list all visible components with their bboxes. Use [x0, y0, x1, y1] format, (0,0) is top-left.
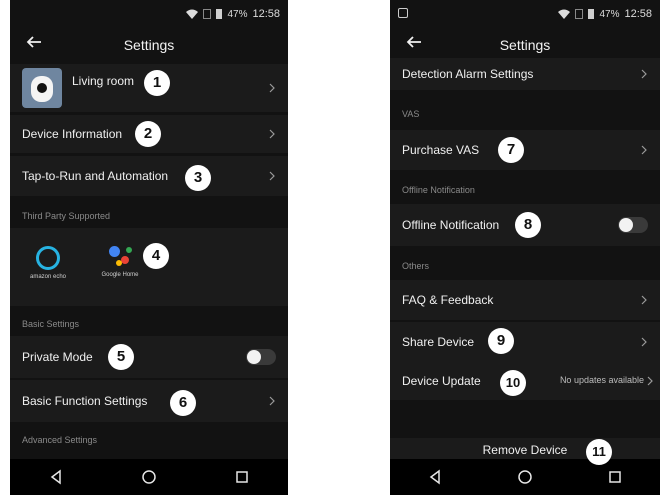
google-home-link[interactable]: Google Home: [96, 244, 144, 278]
chevron-right-icon: [641, 69, 647, 79]
faq-feedback-label: FAQ & Feedback: [402, 293, 494, 307]
section-header-third-party: Third Party Supported: [10, 204, 288, 228]
clock: 12:58: [624, 8, 652, 20]
android-nav-bar: [390, 459, 660, 495]
tap-to-run-row[interactable]: Tap-to-Run and Automation: [10, 156, 288, 196]
basic-function-settings-label: Basic Function Settings: [22, 394, 148, 408]
share-device-label: Share Device: [402, 335, 475, 349]
google-home-label: Google Home: [101, 272, 139, 278]
google-assistant-icon: [105, 244, 135, 268]
private-mode-row: Private Mode: [10, 336, 288, 378]
chevron-right-icon: [641, 295, 647, 305]
detection-alarm-settings-label: Detection Alarm Settings: [402, 67, 534, 81]
page-title: Settings: [499, 37, 551, 53]
callout-badge: 3: [185, 165, 211, 191]
chevron-right-icon: [641, 337, 647, 347]
section-header-basic-settings: Basic Settings: [10, 312, 288, 336]
title-bar: Settings: [390, 28, 660, 60]
battery-icon: [216, 9, 223, 19]
image-notification-icon: [398, 8, 408, 18]
wifi-icon: [186, 9, 199, 19]
chevron-right-icon: [269, 129, 275, 139]
callout-badge: 10: [500, 370, 526, 396]
callout-badge: 11: [586, 439, 612, 465]
basic-function-settings-row[interactable]: Basic Function Settings: [10, 380, 288, 422]
section-header-advanced-settings: Advanced Settings: [10, 428, 288, 452]
nav-back-icon[interactable]: [46, 467, 66, 487]
chevron-right-icon: [647, 376, 653, 386]
callout-badge: 1: [144, 70, 170, 96]
chevron-right-icon: [269, 396, 275, 406]
nav-back-icon[interactable]: [425, 467, 445, 487]
purchase-vas-row[interactable]: Purchase VAS: [390, 130, 660, 170]
faq-feedback-row[interactable]: FAQ & Feedback: [390, 280, 660, 320]
callout-badge: 7: [498, 137, 524, 163]
amazon-echo-label: amazon echo: [29, 274, 67, 280]
callout-badge: 9: [488, 328, 514, 354]
battery-percent: 47%: [227, 8, 248, 20]
chevron-right-icon: [641, 145, 647, 155]
tap-to-run-label: Tap-to-Run and Automation: [22, 169, 169, 183]
purchase-vas-label: Purchase VAS: [402, 143, 480, 157]
offline-notification-label: Offline Notification: [402, 218, 500, 232]
section-header-others: Others: [390, 254, 660, 278]
settings-screen-right: 47% 12:58 Settings Detection Alarm Setti…: [390, 0, 660, 495]
status-bar: 47% 12:58: [390, 0, 660, 28]
private-mode-label: Private Mode: [22, 350, 93, 364]
chevron-right-icon: [269, 171, 275, 181]
battery-percent: 47%: [599, 8, 620, 20]
nav-home-icon[interactable]: [139, 467, 159, 487]
no-sim-icon: [203, 9, 212, 19]
device-thumbnail: [22, 68, 62, 108]
offline-notification-toggle[interactable]: [618, 217, 648, 233]
android-nav-bar: [10, 459, 288, 495]
device-name: Living room: [72, 74, 135, 88]
section-header-offline-notification: Offline Notification: [390, 178, 660, 202]
nav-recents-icon[interactable]: [605, 467, 625, 487]
amazon-echo-link[interactable]: amazon echo: [26, 246, 70, 280]
wifi-icon: [558, 9, 571, 19]
callout-badge: 8: [515, 212, 541, 238]
callout-badge: 2: [135, 121, 161, 147]
page-title: Settings: [123, 37, 175, 53]
battery-icon: [588, 9, 595, 19]
chevron-right-icon: [269, 83, 275, 93]
alexa-icon: [36, 246, 60, 270]
callout-badge: 4: [143, 243, 169, 269]
detection-alarm-settings-row[interactable]: Detection Alarm Settings: [390, 58, 660, 90]
status-bar: 47% 12:58: [10, 0, 288, 28]
device-update-label: Device Update: [402, 374, 481, 388]
device-information-label: Device Information: [22, 127, 123, 141]
callout-badge: 6: [170, 390, 196, 416]
title-bar: Settings: [10, 28, 288, 60]
nav-recents-icon[interactable]: [232, 467, 252, 487]
device-update-status: No updates available: [559, 375, 644, 385]
callout-badge: 5: [108, 344, 134, 370]
nav-home-icon[interactable]: [515, 467, 535, 487]
share-device-row[interactable]: Share Device: [390, 322, 660, 362]
no-sim-icon: [575, 9, 584, 19]
private-mode-toggle[interactable]: [246, 349, 276, 365]
clock: 12:58: [252, 8, 280, 20]
section-header-vas: VAS: [390, 102, 660, 126]
